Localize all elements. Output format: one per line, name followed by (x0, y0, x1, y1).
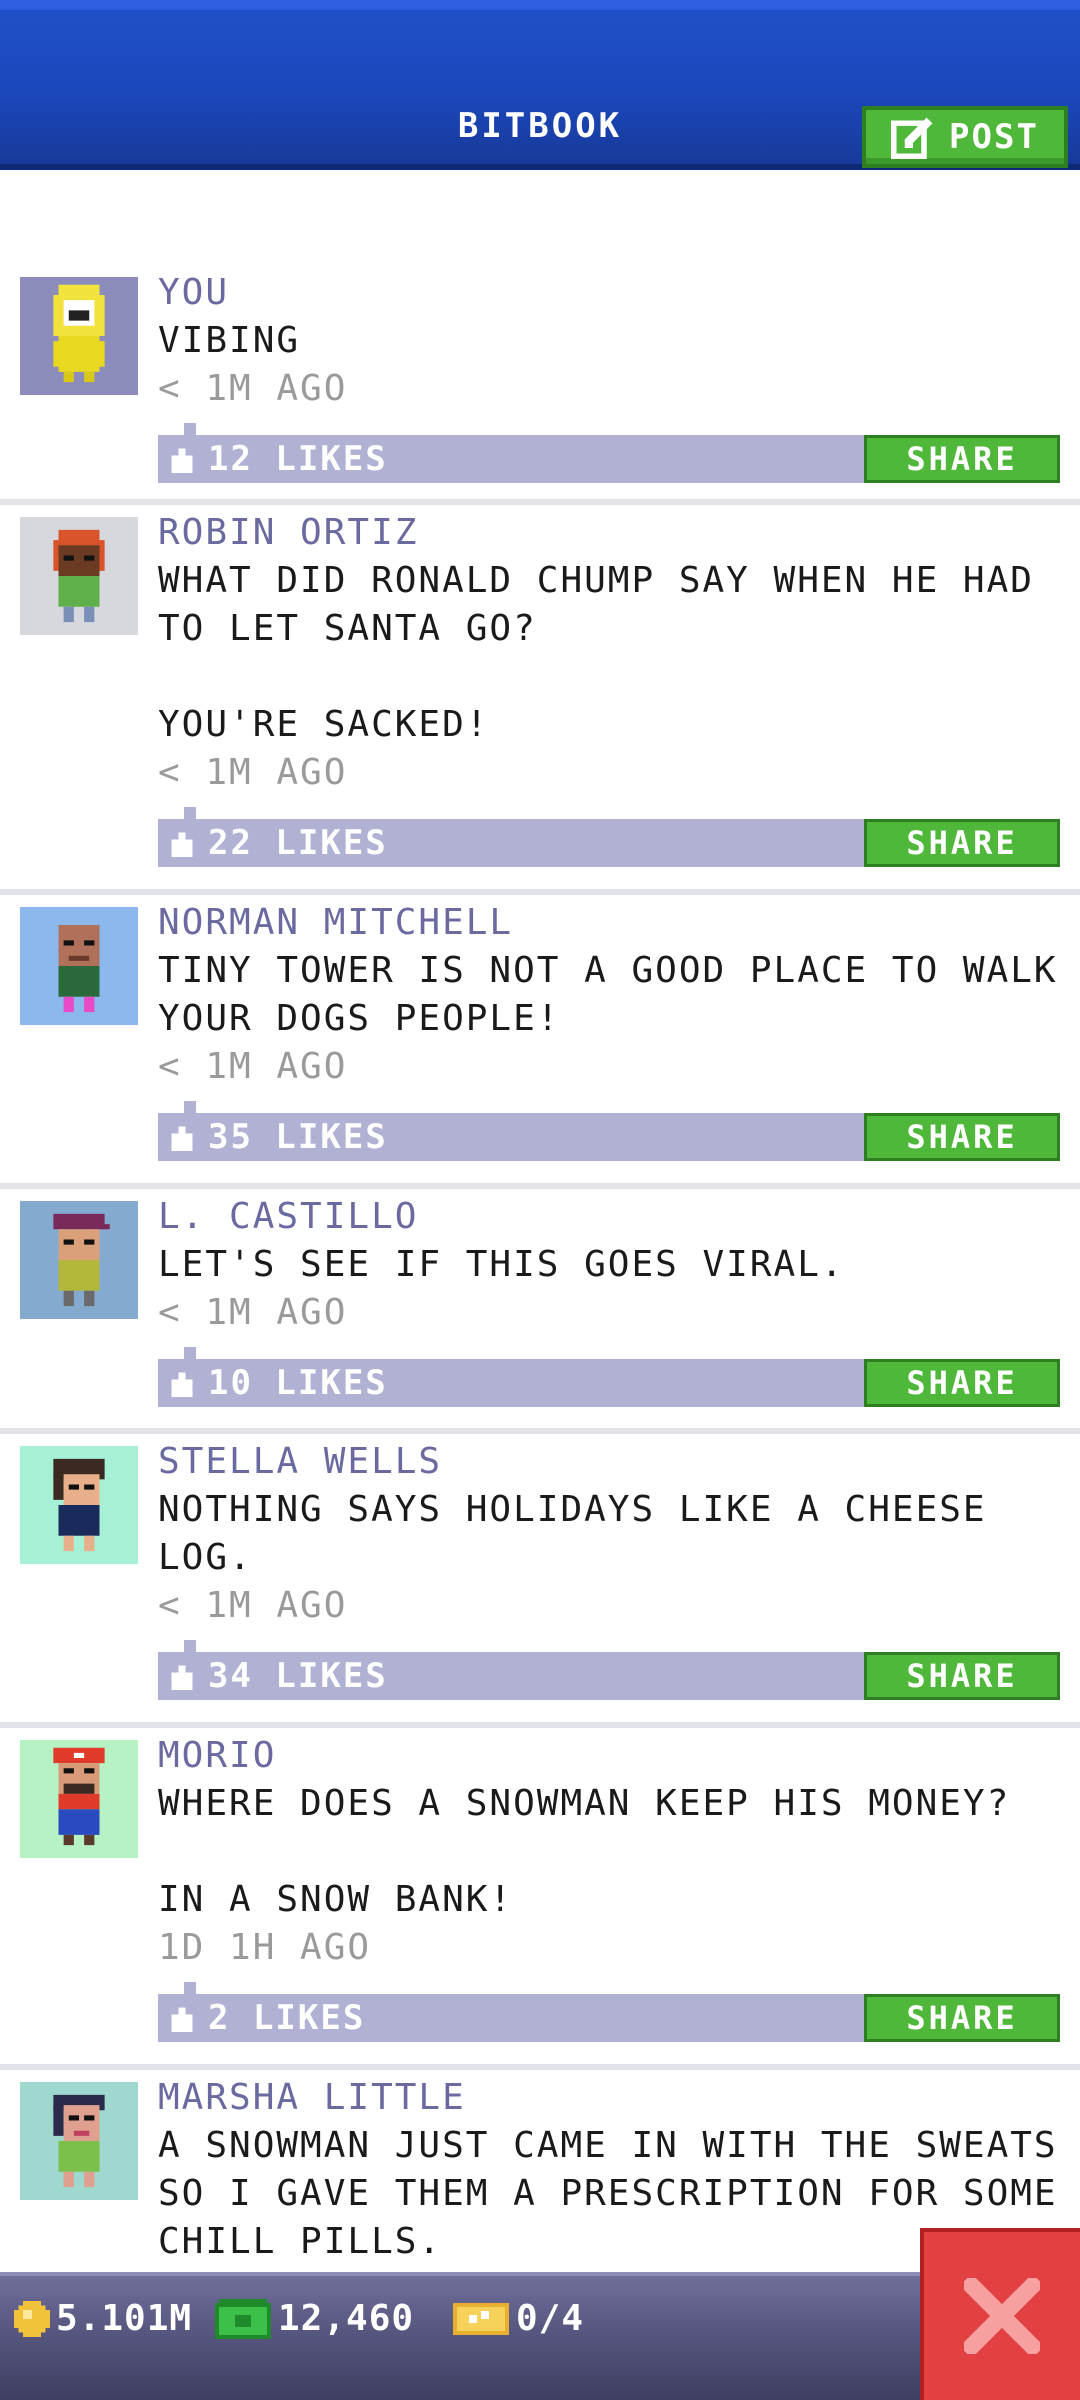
post-time: < 1M AGO (158, 368, 348, 409)
avatar-person-icon (53, 529, 105, 623)
edit-icon (891, 117, 933, 159)
post-author[interactable]: ROBIN ORTIZ (158, 505, 1060, 557)
thumbs-up-icon (171, 2007, 193, 2032)
status-bar: 5.101M 12,460 0/4 (0, 2272, 1080, 2400)
like-bar[interactable]: 12 LIKES SHARE (158, 423, 1060, 483)
tickets-value: 0/4 (516, 2298, 585, 2339)
feed-post: L. CASTILLO LET'S SEE IF THIS GOES VIRAL… (0, 1189, 1080, 1434)
feed-post: MARSHA LITTLE A SNOWMAN JUST CAME IN WIT… (0, 2070, 1080, 2290)
like-bar[interactable]: 34 LIKES SHARE (158, 1640, 1060, 1700)
avatar-person-icon (53, 1213, 110, 1307)
post-text: LET'S SEE IF THIS GOES VIRAL. (158, 1244, 845, 1285)
post-author[interactable]: MORIO (158, 1728, 1060, 1780)
thumbs-up-icon (171, 1126, 193, 1151)
thumbs-up-icon (171, 448, 193, 473)
avatar-person-icon (53, 1458, 105, 1552)
feed-post: STELLA WELLS NOTHING SAYS HOLIDAYS LIKE … (0, 1434, 1080, 1728)
like-count: 12 LIKES (208, 439, 388, 479)
post-author[interactable]: STELLA WELLS (158, 1434, 1060, 1486)
avatar-person-icon (53, 2094, 105, 2188)
avatar[interactable] (20, 907, 138, 1025)
post-time: < 1M AGO (158, 1585, 348, 1626)
close-button[interactable] (920, 2228, 1080, 2400)
share-button[interactable]: SHARE (864, 1359, 1060, 1407)
avatar[interactable] (20, 2082, 138, 2200)
feed-post: YOU VIBING < 1M AGO 12 LIKES SHARE (0, 265, 1080, 505)
tickets-stat[interactable]: 0/4 (452, 2298, 584, 2339)
coin-icon (14, 2300, 50, 2337)
bux-icon (215, 2298, 271, 2339)
thumbs-up-icon (171, 832, 193, 857)
avatar-person-icon (58, 925, 100, 1013)
like-count: 2 LIKES (208, 1998, 366, 2038)
avatar-plumber-icon (53, 1747, 105, 1846)
share-button[interactable]: SHARE (864, 1994, 1060, 2042)
bux-value: 12,460 (278, 2298, 415, 2339)
like-bar[interactable]: 2 LIKES SHARE (158, 1982, 1060, 2042)
like-bar[interactable]: 35 LIKES SHARE (158, 1101, 1060, 1161)
share-button[interactable]: SHARE (864, 819, 1060, 867)
like-count: 22 LIKES (208, 823, 388, 863)
avatar[interactable] (20, 517, 138, 635)
avatar[interactable] (20, 1446, 138, 1564)
coins-stat[interactable]: 5.101M (14, 2298, 192, 2339)
golden-ticket-icon (453, 2302, 509, 2335)
post-author[interactable]: L. CASTILLO (158, 1189, 1060, 1241)
share-button[interactable]: SHARE (864, 1113, 1060, 1161)
feed-post: ROBIN ORTIZ WHAT DID RONALD CHUMP SAY WH… (0, 505, 1080, 895)
feed-post: MORIO WHERE DOES A SNOWMAN KEEP HIS MONE… (0, 1728, 1080, 2070)
post-time: 1D 1H AGO (158, 1927, 372, 1968)
avatar-yellow-raincoat-icon (53, 284, 105, 383)
like-count: 34 LIKES (208, 1656, 388, 1696)
post-time: < 1M AGO (158, 752, 348, 793)
feed-post: NORMAN MITCHELL TINY TOWER IS NOT A GOOD… (0, 895, 1080, 1189)
like-bar[interactable]: 22 LIKES SHARE (158, 807, 1060, 867)
share-button[interactable]: SHARE (864, 435, 1060, 483)
post-author[interactable]: MARSHA LITTLE (158, 2070, 1060, 2122)
post-text: VIBING (158, 320, 301, 361)
thumbs-up-icon (171, 1665, 193, 1690)
like-count: 10 LIKES (208, 1363, 388, 1403)
coins-value: 5.101M (56, 2298, 193, 2339)
post-text: WHERE DOES A SNOWMAN KEEP HIS MONEY? IN … (158, 1783, 1011, 1920)
post-text: NOTHING SAYS HOLIDAYS LIKE A CHEESE LOG. (158, 1489, 987, 1578)
post-text: WHAT DID RONALD CHUMP SAY WHEN HE HAD TO… (158, 560, 1034, 745)
post-author[interactable]: YOU (158, 265, 1060, 317)
post-time: < 1M AGO (158, 1046, 348, 1087)
post-text: TINY TOWER IS NOT A GOOD PLACE TO WALK Y… (158, 950, 1058, 1039)
like-count: 35 LIKES (208, 1117, 388, 1157)
post-button-label: POST (949, 117, 1039, 157)
post-time: < 1M AGO (158, 1292, 348, 1333)
share-button[interactable]: SHARE (864, 1652, 1060, 1700)
avatar[interactable] (20, 1201, 138, 1319)
avatar[interactable] (20, 277, 138, 395)
bux-stat[interactable]: 12,460 (214, 2298, 414, 2339)
app-header: BITBOOK POST (0, 0, 1080, 170)
close-icon (964, 2278, 1040, 2354)
avatar[interactable] (20, 1740, 138, 1858)
feed-list[interactable]: YOU VIBING < 1M AGO 12 LIKES SHARE ROBIN… (0, 265, 1080, 2290)
post-button[interactable]: POST (862, 106, 1068, 168)
like-bar[interactable]: 10 LIKES SHARE (158, 1347, 1060, 1407)
thumbs-up-icon (171, 1372, 193, 1397)
post-author[interactable]: NORMAN MITCHELL (158, 895, 1060, 947)
